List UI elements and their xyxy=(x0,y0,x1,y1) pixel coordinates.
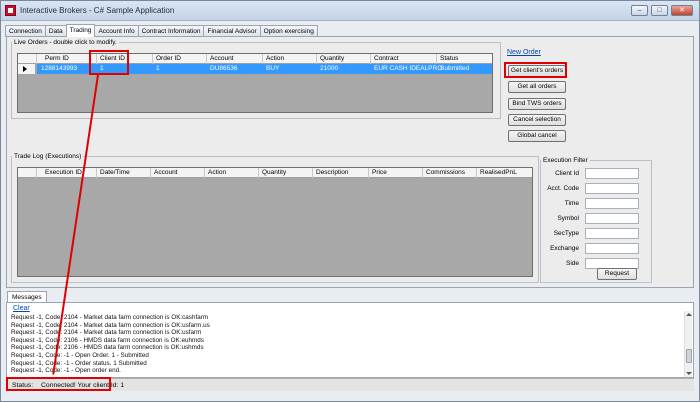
window-title: Interactive Brokers - C# Sample Applicat… xyxy=(20,6,175,15)
col-header-status[interactable]: Status xyxy=(440,55,458,62)
exchange-input[interactable] xyxy=(585,243,639,254)
col-header-realised-pnl[interactable]: RealisedPnL xyxy=(480,169,517,176)
list-item: Request -1, Code: 2104 - Market data far… xyxy=(11,329,202,337)
sectype-input[interactable] xyxy=(585,228,639,239)
maximize-button[interactable]: □ xyxy=(651,5,668,16)
time-label: Time xyxy=(564,200,579,207)
title-bar[interactable]: Interactive Brokers - C# Sample Applicat… xyxy=(1,1,699,21)
client-id-label: Client Id xyxy=(555,170,579,177)
col-header-execution-id[interactable]: Execution ID xyxy=(45,169,82,176)
new-order-link[interactable]: New Order xyxy=(507,49,541,56)
time-input[interactable] xyxy=(585,198,639,209)
list-item: Request -1, Code: 2104 - Market data far… xyxy=(11,314,209,321)
current-row-arrow-icon xyxy=(23,66,27,72)
trade-log-grid-header: Execution ID Date/Time Account Action Qu… xyxy=(18,168,532,178)
cell-perm-id: 1288143993 xyxy=(41,65,78,72)
trade-log-legend: Trade Log (Executions) xyxy=(14,153,82,160)
cell-order-id: 1 xyxy=(156,65,160,72)
execution-filter-legend: Execution Filter xyxy=(543,157,588,164)
get-all-orders-button[interactable]: Get all orders xyxy=(508,81,566,93)
minimize-button[interactable]: – xyxy=(631,5,648,16)
status-highlight-box xyxy=(6,377,111,391)
trade-log-grid[interactable]: Execution ID Date/Time Account Action Qu… xyxy=(17,167,533,277)
exchange-label: Exchange xyxy=(550,245,579,252)
clear-link[interactable]: Clear xyxy=(13,305,30,312)
app-logo-icon xyxy=(5,5,16,16)
live-orders-legend: Live Orders - double click to modify. xyxy=(14,39,117,46)
messages-list[interactable]: Request -1, Code: 2104 - Market data far… xyxy=(11,314,681,375)
tab-trading[interactable]: Trading xyxy=(65,24,96,37)
col-header-account[interactable]: Account xyxy=(154,169,178,176)
scroll-thumb[interactable] xyxy=(686,349,692,363)
side-label: Side xyxy=(565,260,579,267)
col-header-action[interactable]: Action xyxy=(266,55,284,62)
symbol-label: Symbol xyxy=(557,215,579,222)
list-item: Request -1, Code: -1 - Open order end. xyxy=(11,367,121,375)
col-header-action[interactable]: Action xyxy=(208,169,226,176)
list-item: Request -1, Code: 2104 - Market data far… xyxy=(11,321,210,329)
client-id-input[interactable] xyxy=(585,168,639,179)
request-button[interactable]: Request xyxy=(597,268,637,280)
col-header-quantity[interactable]: Quantity xyxy=(320,55,344,62)
col-header-date-time[interactable]: Date/Time xyxy=(100,169,130,176)
list-item: Request -1, Code: -1 - Open Order. 1 - S… xyxy=(11,351,149,359)
cell-status: Submitted xyxy=(440,65,470,72)
col-header-contract[interactable]: Contract xyxy=(374,55,399,62)
get-client-orders-highlight-box xyxy=(504,62,567,78)
client-id-highlight-box xyxy=(89,50,129,75)
acct-code-input[interactable] xyxy=(585,183,639,194)
messages-scrollbar[interactable] xyxy=(684,311,692,377)
list-item: Request -1, Code: 2106 - HMDS data farm … xyxy=(11,336,204,344)
col-header-account[interactable]: Account xyxy=(210,55,234,62)
cell-action: BUY xyxy=(266,65,280,72)
symbol-input[interactable] xyxy=(585,213,639,224)
bind-tws-orders-button[interactable]: Bind TWS orders xyxy=(508,98,566,110)
col-header-commissions[interactable]: Commissions xyxy=(426,169,465,176)
col-header-description[interactable]: Description xyxy=(316,169,349,176)
cell-account: DU86536 xyxy=(210,65,238,72)
sectype-label: SecType xyxy=(553,230,579,237)
col-header-price[interactable]: Price xyxy=(372,169,387,176)
messages-panel: Clear Request -1, Code: 2104 - Market da… xyxy=(6,302,694,378)
acct-code-label: Acct. Code xyxy=(547,185,579,192)
list-item: Request -1, Code: 2106 - HMDS data farm … xyxy=(11,344,204,352)
close-button[interactable]: ✕ xyxy=(671,5,693,16)
scroll-up-arrow-icon[interactable] xyxy=(686,313,692,316)
cell-quantity: 21000 xyxy=(320,65,339,72)
row-selector[interactable] xyxy=(18,64,36,74)
col-header-quantity[interactable]: Quantity xyxy=(262,169,286,176)
scroll-down-arrow-icon[interactable] xyxy=(686,372,692,375)
col-header-order-id[interactable]: Order ID xyxy=(156,55,181,62)
col-header-perm-id[interactable]: Perm ID xyxy=(45,55,69,62)
cell-contract: EUR CASH IDEALPRO xyxy=(374,65,443,72)
main-window: Interactive Brokers - C# Sample Applicat… xyxy=(0,0,700,402)
global-cancel-button[interactable]: Global cancel xyxy=(508,130,566,142)
list-item: Request -1, Code: -1 - Order status. 1 S… xyxy=(11,359,147,367)
cancel-selection-button[interactable]: Cancel selection xyxy=(508,114,566,126)
